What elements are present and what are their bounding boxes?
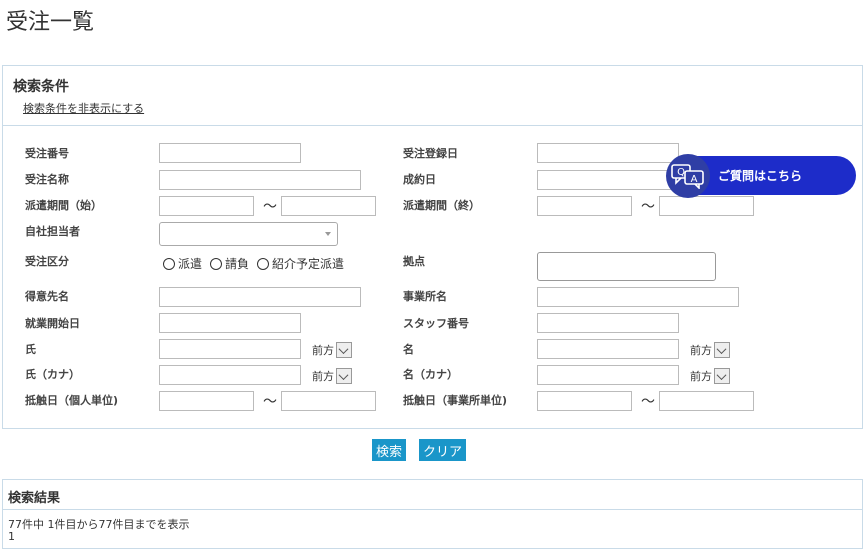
base-label: 拠点 [403,255,425,268]
first-name-input[interactable] [537,339,679,359]
radio-circle-icon [163,257,175,270]
last-name-label: 氏 [25,343,36,356]
contact-date-office-to-input[interactable] [659,391,754,411]
first-name-kana-label: 名（カナ） [403,368,458,381]
staff-no-label: スタッフ番号 [403,317,469,330]
client-name-input[interactable] [159,287,361,307]
work-start-date-input[interactable] [159,313,301,333]
dispatch-start-to-input[interactable] [281,196,376,216]
dispatch-start-label: 派遣期間（始） [25,199,102,212]
chat-question-icon: A Q [666,153,710,198]
search-panel-header: 検索条件 検索条件を非表示にする [3,66,862,126]
dispatch-end-label: 派遣期間（終） [403,199,480,212]
order-reg-date-input[interactable] [537,143,679,163]
order-name-input[interactable] [159,170,361,190]
order-type-radio-intro-dispatch[interactable]: 紹介予定派遣 [257,255,344,272]
radio-circle-icon [210,257,223,270]
range-separator: ～ [641,394,655,410]
results-summary: 77件中 1件目から77件目までを表示 [8,518,190,531]
results-header: 検索結果 [3,480,862,510]
dispatch-end-to-input[interactable] [659,196,754,216]
order-type-radio-dispatch[interactable]: 派遣 [163,255,202,272]
clear-button[interactable]: クリア [419,439,467,461]
contact-date-person-from-input[interactable] [159,391,254,411]
order-type-label: 受注区分 [25,255,69,268]
range-separator: ～ [263,394,277,410]
first-name-kana-match-select[interactable]: 前方 [690,367,730,385]
first-name-match-select[interactable]: 前方 [690,341,730,359]
radio-circle-icon [257,257,270,270]
chevron-down-icon [336,342,352,358]
chevron-down-icon [714,368,730,384]
dropdown-caret-icon [325,232,331,236]
contact-date-person-to-input[interactable] [281,391,376,411]
svg-text:Q: Q [677,167,685,178]
help-chat-button[interactable]: A Q ご質問はこちら [666,153,856,198]
first-name-kana-input[interactable] [537,365,679,385]
chevron-down-icon [714,342,730,358]
contract-date-label: 成約日 [403,173,436,186]
contact-date-office-label: 抵触日（事業所単位) [403,394,508,407]
hide-search-conditions-link[interactable]: 検索条件を非表示にする [23,100,144,116]
order-reg-date-label: 受注登録日 [403,147,458,160]
last-name-kana-label: 氏（カナ） [25,368,80,381]
last-name-kana-input[interactable] [159,365,301,385]
dispatch-end-from-input[interactable] [537,196,632,216]
order-no-label: 受注番号 [25,147,69,160]
last-name-match-select[interactable]: 前方 [312,341,352,359]
search-button[interactable]: 検索 [372,439,407,461]
order-name-label: 受注名称 [25,173,69,186]
staff-in-charge-select[interactable] [159,222,338,246]
first-name-label: 名 [403,343,414,356]
results-title: 検索結果 [8,491,61,506]
last-name-kana-match-select[interactable]: 前方 [312,367,352,385]
work-start-date-label: 就業開始日 [25,317,80,330]
chevron-down-icon [336,368,352,384]
dispatch-start-from-input[interactable] [159,196,254,216]
contact-date-person-label: 抵触日（個人単位) [25,394,119,407]
staff-in-charge-label: 自社担当者 [25,225,80,238]
order-type-radio-contract[interactable]: 請負 [210,255,249,272]
svg-text:A: A [691,174,698,185]
search-results-panel: 検索結果 77件中 1件目から77件目までを表示 1 [2,479,863,549]
order-type-radio-group: 派遣 請負 紹介予定派遣 [163,255,352,272]
search-panel-title: 検索条件 [13,79,69,95]
contract-date-input[interactable] [537,170,679,190]
help-label: ご質問はこちら [718,169,803,183]
office-name-label: 事業所名 [403,290,447,303]
range-separator: ～ [263,199,277,215]
pagination-page[interactable]: 1 [8,530,15,543]
range-separator: ～ [641,199,655,215]
office-name-input[interactable] [537,287,739,307]
staff-no-input[interactable] [537,313,679,333]
page-title: 受注一覧 [6,10,95,35]
contact-date-office-from-input[interactable] [537,391,632,411]
client-name-label: 得意先名 [25,290,69,303]
order-no-input[interactable] [159,143,301,163]
last-name-input[interactable] [159,339,301,359]
base-input[interactable] [537,252,716,281]
